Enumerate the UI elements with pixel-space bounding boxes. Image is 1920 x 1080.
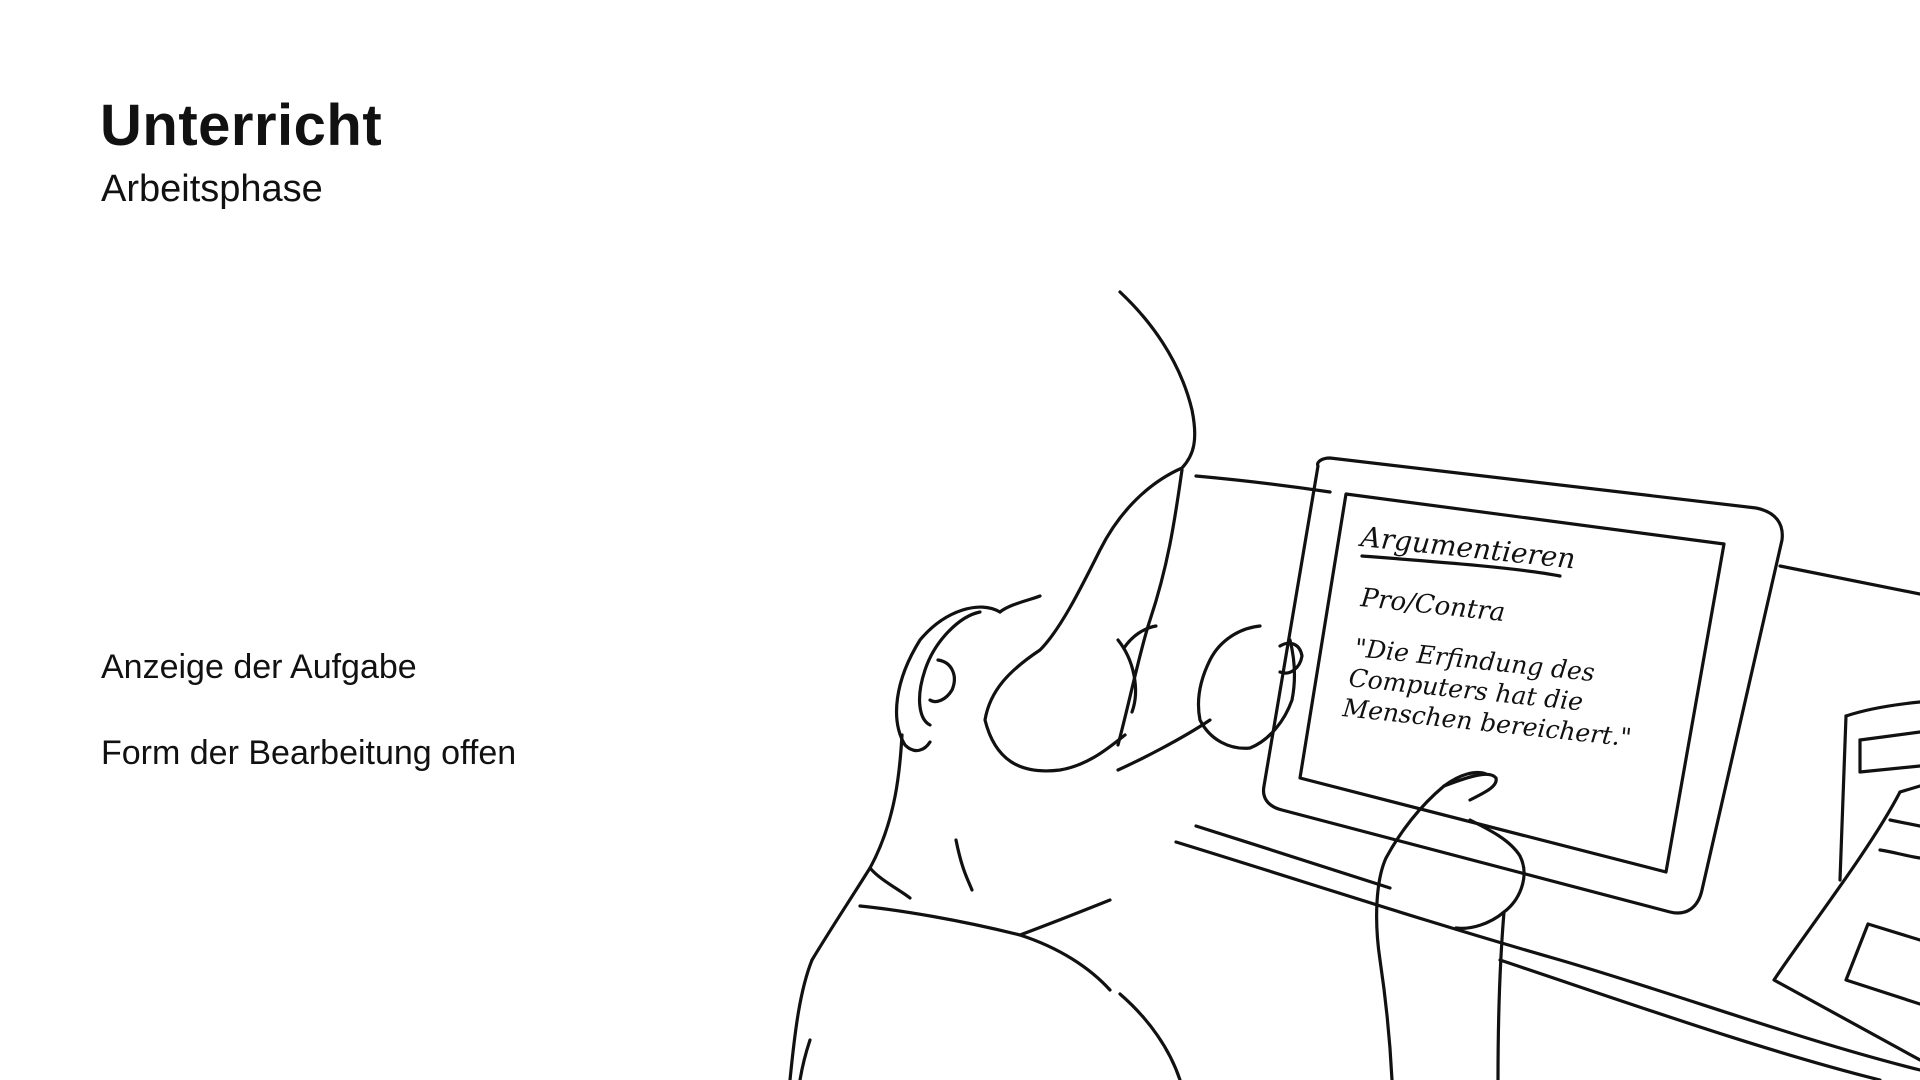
right-finger xyxy=(1442,772,1498,802)
ear-back xyxy=(998,594,1042,614)
info-line-task-display: Anzeige der Aufgabe xyxy=(101,648,417,686)
right-knuckles xyxy=(1454,818,1526,930)
shirt-shoulder xyxy=(858,904,1112,992)
slide: Unterricht Arbeitsphase Anzeige der Aufg… xyxy=(0,0,1920,1080)
paper-stack-top xyxy=(1844,700,1920,718)
desk-edge-right xyxy=(1778,564,1920,596)
neck-line xyxy=(810,733,904,962)
paper-lines-2 xyxy=(1878,848,1920,860)
ear-outer xyxy=(894,605,1002,753)
neck-front xyxy=(954,838,974,892)
desk-front-line-1 xyxy=(1174,840,1920,1072)
collar-line xyxy=(868,866,912,900)
right-wrist xyxy=(1496,910,1506,1080)
paper-sheet-edge xyxy=(1772,790,1920,1062)
head-outline xyxy=(983,290,1197,773)
screen-line-1: Pro/Contra xyxy=(1358,583,1506,628)
paper-stack-box xyxy=(1858,730,1920,742)
ear-detail xyxy=(928,658,956,704)
eye-lash xyxy=(1122,624,1158,650)
left-arm xyxy=(1116,718,1212,772)
shirt-fold xyxy=(1118,992,1182,1080)
paper-stack-side xyxy=(1838,714,1848,882)
paper-lines xyxy=(1888,818,1920,828)
paper-sheet xyxy=(1898,784,1920,794)
slide-subtitle: Arbeitsphase xyxy=(101,168,323,210)
back-line xyxy=(798,1038,812,1080)
head-back xyxy=(1116,468,1184,747)
info-line-form-open: Form der Bearbeitung offen xyxy=(101,734,517,772)
desk-front-line-3 xyxy=(1498,958,1882,1080)
paper-box-small xyxy=(1844,922,1920,1006)
student-tablet-illustration: Argumentieren Pro/Contra "Die Erfindung … xyxy=(788,290,1920,1080)
shirt-back xyxy=(788,958,814,1080)
paper-stack-box-2 xyxy=(1858,738,1920,774)
desk-edge-line xyxy=(1194,474,1332,494)
shirt-collar-2 xyxy=(1018,898,1112,937)
cheek-line xyxy=(1116,638,1138,714)
slide-title: Unterricht xyxy=(100,93,383,158)
screen-heading: Argumentieren xyxy=(1356,520,1577,576)
